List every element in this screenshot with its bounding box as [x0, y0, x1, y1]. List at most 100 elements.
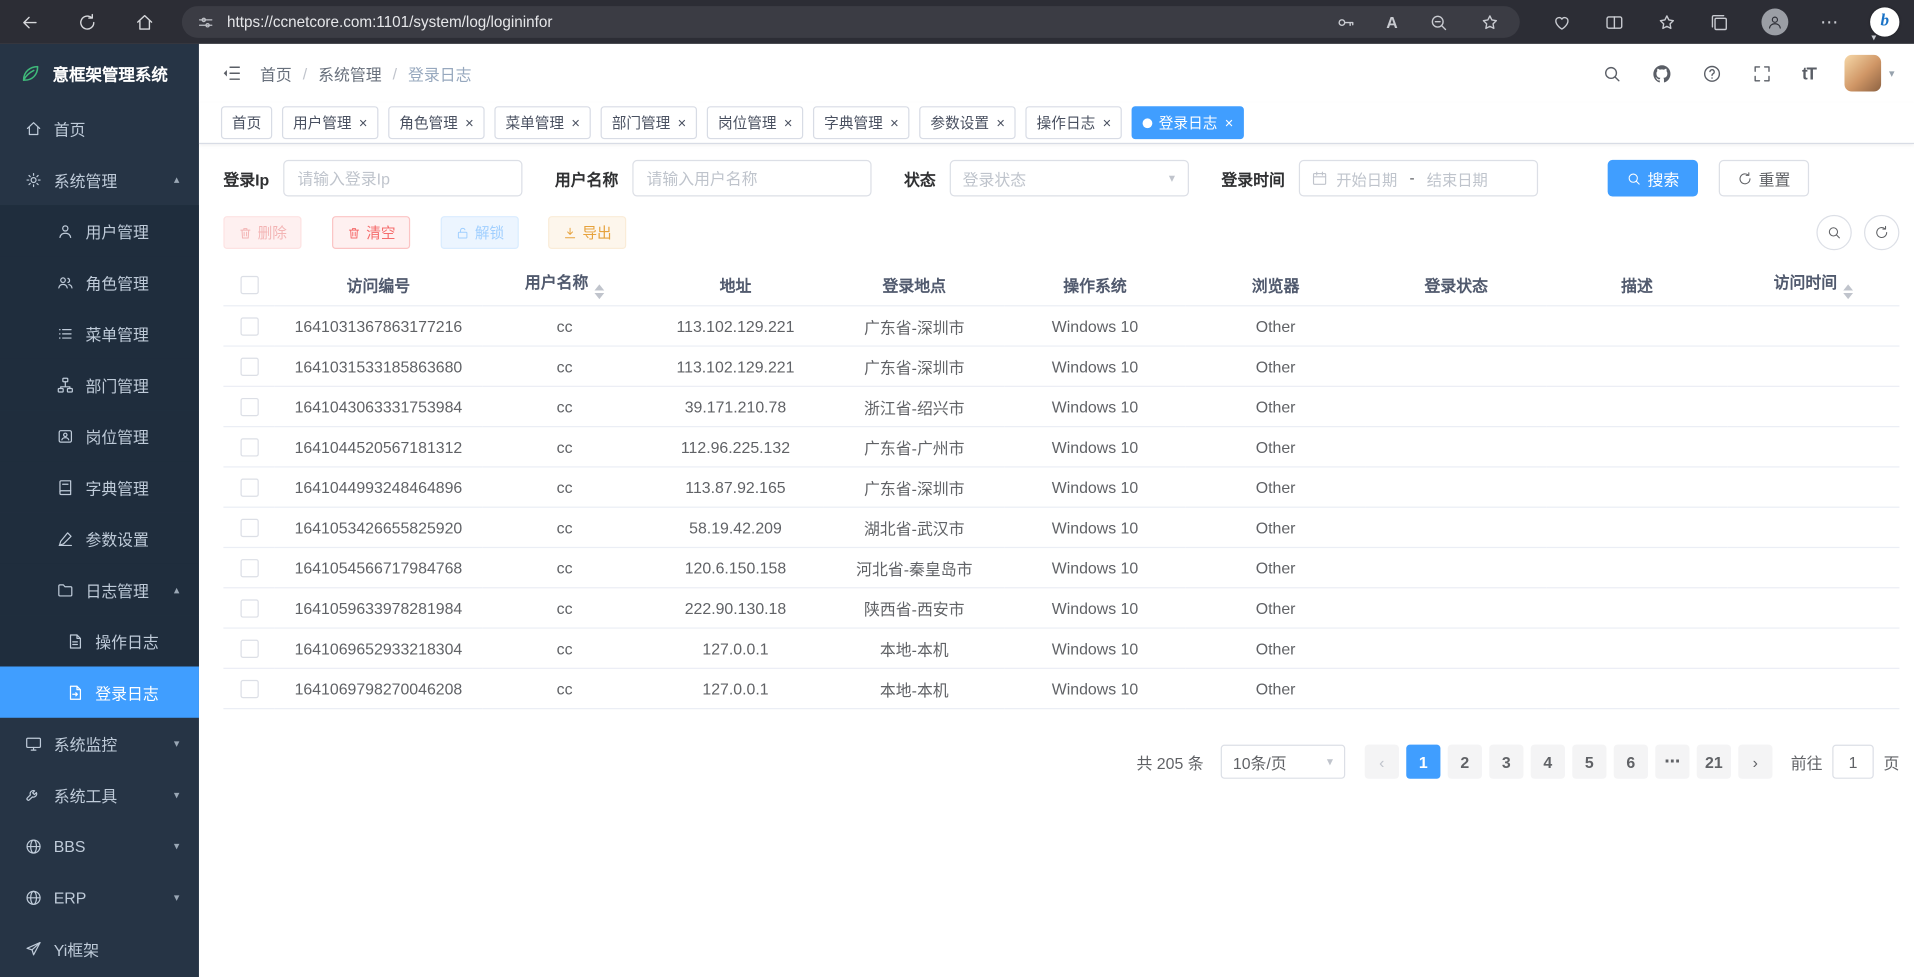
tab[interactable]: 字典管理 × [813, 106, 909, 139]
clear-button[interactable]: 清空 [332, 216, 410, 249]
table-row[interactable]: 1641043063331753984 cc 39.171.210.78 浙江省… [223, 386, 1899, 426]
show-search-button[interactable] [1816, 215, 1851, 250]
sidebar-item[interactable]: 角色管理 [0, 256, 199, 307]
home-icon[interactable] [134, 12, 155, 33]
read-aloud-icon[interactable]: A [1386, 14, 1397, 30]
sidebar-item[interactable]: ERP ▾ [0, 872, 199, 923]
page-button[interactable]: 5 [1572, 745, 1606, 779]
close-icon[interactable]: × [1225, 115, 1234, 130]
font-size-icon[interactable]: tT [1802, 63, 1816, 83]
site-permissions-icon[interactable] [197, 13, 215, 31]
row-checkbox[interactable] [240, 640, 258, 658]
sidebar-item[interactable]: 岗位管理 [0, 410, 199, 461]
url-text[interactable]: https://ccnetcore.com:1101/system/log/lo… [227, 13, 1323, 30]
date-range-picker[interactable]: 开始日期 - 结束日期 [1298, 160, 1537, 197]
export-button[interactable]: 导出 [548, 216, 626, 249]
breadcrumb-home[interactable]: 首页 [260, 62, 292, 85]
page-button[interactable]: 21 [1697, 745, 1731, 779]
table-row[interactable]: 1641069798270046208 cc 127.0.0.1 本地-本机 W… [223, 668, 1899, 708]
unlock-button[interactable]: 解锁 [441, 216, 519, 249]
sidebar-item[interactable]: 首页 [0, 103, 199, 154]
refresh-icon[interactable] [77, 12, 98, 33]
tab[interactable]: 操作日志 × [1026, 106, 1122, 139]
row-checkbox[interactable] [240, 479, 258, 497]
table-row[interactable]: 1641031367863177216 cc 113.102.129.221 广… [223, 306, 1899, 346]
sidebar-item[interactable]: 字典管理 [0, 461, 199, 512]
sidebar-item[interactable]: 部门管理 [0, 359, 199, 410]
username-input[interactable] [632, 160, 871, 197]
prev-page-button[interactable]: ‹ [1365, 745, 1399, 779]
table-row[interactable]: 1641044520567181312 cc 112.96.225.132 广东… [223, 427, 1899, 467]
address-bar[interactable]: https://ccnetcore.com:1101/system/log/lo… [182, 6, 1520, 38]
row-checkbox[interactable] [240, 398, 258, 416]
page-button[interactable]: 1 [1406, 745, 1440, 779]
sidebar-item[interactable]: 操作日志 [0, 615, 199, 666]
tab[interactable]: 岗位管理 × [707, 106, 803, 139]
row-checkbox[interactable] [240, 559, 258, 577]
row-checkbox[interactable] [240, 317, 258, 335]
tab[interactable]: 菜单管理 × [494, 106, 590, 139]
browser-menu-icon[interactable]: ⋯ [1820, 13, 1838, 31]
search-icon[interactable] [1602, 63, 1623, 84]
close-icon[interactable]: × [1103, 115, 1112, 130]
row-checkbox[interactable] [240, 358, 258, 376]
copilot-bing-button[interactable]: b ▾ [1870, 7, 1899, 36]
help-icon[interactable] [1702, 63, 1723, 84]
sidebar-item[interactable]: 系统监控 ▾ [0, 718, 199, 769]
table-row[interactable]: 1641044993248464896 cc 113.87.92.165 广东省… [223, 467, 1899, 507]
close-icon[interactable]: × [784, 115, 793, 130]
tab[interactable]: 角色管理 × [388, 106, 484, 139]
page-button[interactable]: ⋯ [1655, 745, 1689, 779]
page-button[interactable]: 4 [1531, 745, 1565, 779]
profile-avatar[interactable] [1761, 9, 1788, 36]
page-button[interactable]: 2 [1448, 745, 1482, 779]
sidebar-item[interactable]: 登录日志 [0, 667, 199, 718]
end-date-placeholder[interactable]: 结束日期 [1427, 167, 1488, 190]
close-icon[interactable]: × [678, 115, 687, 130]
next-page-button[interactable]: › [1738, 745, 1772, 779]
fullscreen-icon[interactable] [1752, 63, 1773, 84]
page-size-select[interactable]: 10条/页 ▾ [1221, 745, 1346, 779]
password-key-icon[interactable] [1335, 12, 1356, 33]
browser-essentials-icon[interactable] [1552, 12, 1573, 33]
user-menu[interactable]: ▾ [1845, 55, 1894, 92]
favorites-icon[interactable] [1656, 12, 1677, 33]
breadcrumb-system[interactable]: 系统管理 [318, 62, 381, 85]
avatar[interactable] [1845, 55, 1882, 92]
table-row[interactable]: 1641053426655825920 cc 58.19.42.209 湖北省-… [223, 507, 1899, 547]
row-checkbox[interactable] [240, 519, 258, 537]
collections-icon[interactable] [1709, 12, 1730, 33]
sort-caret-icon[interactable] [1843, 284, 1853, 299]
sidebar-item[interactable]: 参数设置 [0, 513, 199, 564]
sidebar-toggle-icon[interactable] [221, 62, 243, 84]
status-select[interactable]: 登录状态 ▾ [949, 160, 1188, 197]
sidebar-item[interactable]: 日志管理 ▴ [0, 564, 199, 615]
sidebar-item[interactable]: 系统管理 ▴ [0, 154, 199, 205]
delete-button[interactable]: 删除 [223, 216, 301, 249]
app-logo[interactable]: 意框架管理系统 [0, 44, 199, 103]
refresh-table-button[interactable] [1864, 215, 1899, 250]
close-icon[interactable]: × [890, 115, 899, 130]
search-button[interactable]: 搜索 [1607, 160, 1697, 197]
sidebar-item[interactable]: 用户管理 [0, 205, 199, 256]
close-icon[interactable]: × [571, 115, 580, 130]
row-checkbox[interactable] [240, 680, 258, 698]
table-row[interactable]: 1641069652933218304 cc 127.0.0.1 本地-本机 W… [223, 628, 1899, 668]
sidebar-item[interactable]: Yi框架 [0, 923, 199, 974]
table-row[interactable]: 1641031533185863680 cc 113.102.129.221 广… [223, 346, 1899, 386]
row-checkbox[interactable] [240, 599, 258, 617]
goto-page-input[interactable] [1832, 745, 1874, 779]
tab[interactable]: 登录日志 × [1132, 106, 1244, 139]
close-icon[interactable]: × [465, 115, 474, 130]
split-screen-icon[interactable] [1604, 12, 1625, 33]
table-row[interactable]: 1641054566717984768 cc 120.6.150.158 河北省… [223, 547, 1899, 587]
zoom-out-icon[interactable] [1428, 12, 1449, 33]
tab[interactable]: 参数设置 × [919, 106, 1015, 139]
github-icon[interactable] [1652, 63, 1673, 84]
col-time[interactable]: 访问时间 [1727, 264, 1899, 306]
sidebar-item[interactable]: 菜单管理 [0, 308, 199, 359]
page-button[interactable]: 6 [1614, 745, 1648, 779]
col-user[interactable]: 用户名称 [482, 264, 647, 306]
sort-caret-icon[interactable] [594, 284, 604, 299]
select-all-checkbox[interactable] [240, 276, 258, 294]
